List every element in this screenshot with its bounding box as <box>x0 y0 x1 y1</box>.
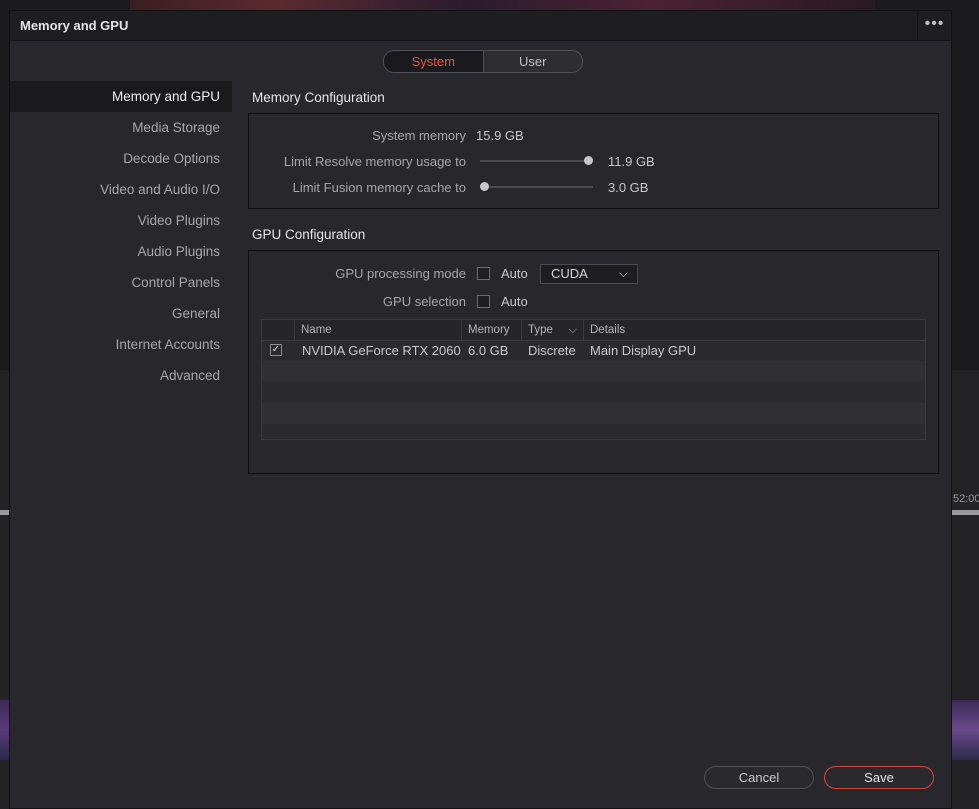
background-clip-left <box>0 700 9 760</box>
gpu-table: Name Memory Type ⌵ Details ✓ NVIDIA GeFo… <box>261 319 926 440</box>
processing-mode-auto-checkbox[interactable] <box>477 267 490 280</box>
processing-mode-auto-label: Auto <box>501 266 528 281</box>
gpu-type: Discrete <box>528 343 576 358</box>
more-dots-icon[interactable]: ••• <box>917 11 951 40</box>
dialog-titlebar: Memory and GPU ••• <box>10 11 951 41</box>
sidebar-item-internet-accounts[interactable]: Internet Accounts <box>10 329 232 360</box>
table-row-empty <box>262 403 925 424</box>
table-row[interactable]: ✓ NVIDIA GeForce RTX 2060 6.0 GB Discret… <box>262 340 925 361</box>
memory-panel: System memory 15.9 GB Limit Resolve memo… <box>248 113 939 209</box>
tab-user[interactable]: User <box>484 51 583 72</box>
dialog-title: Memory and GPU <box>20 18 129 33</box>
column-header-memory[interactable]: Memory <box>461 320 521 340</box>
gpu-selection-auto-label: Auto <box>501 294 528 309</box>
limit-resolve-slider-handle[interactable] <box>584 156 593 165</box>
column-header-type[interactable]: Type ⌵ <box>521 320 583 340</box>
sidebar-item-memory-and-gpu[interactable]: Memory and GPU <box>10 81 232 112</box>
table-row-empty <box>262 382 925 403</box>
background-timeline-bar <box>952 510 979 515</box>
preferences-sidebar: Memory and GPU Media Storage Decode Opti… <box>10 81 232 391</box>
sidebar-item-control-panels[interactable]: Control Panels <box>10 267 232 298</box>
save-button[interactable]: Save <box>824 766 934 789</box>
gpu-name: NVIDIA GeForce RTX 2060 <box>302 343 461 358</box>
background-clip-right <box>952 700 979 760</box>
tab-system[interactable]: System <box>384 51 484 72</box>
gpu-memory: 6.0 GB <box>468 343 509 358</box>
sidebar-item-advanced[interactable]: Advanced <box>10 360 232 391</box>
background-timeline-bar-left <box>0 510 9 515</box>
preferences-dialog: Memory and GPU ••• System User Memory an… <box>9 10 952 809</box>
gpu-processing-mode-select[interactable]: CUDA ⌵ <box>540 264 638 284</box>
sidebar-item-video-audio-io[interactable]: Video and Audio I/O <box>10 174 232 205</box>
column-header-type-label: Type <box>528 324 553 336</box>
table-row-empty <box>262 361 925 382</box>
sidebar-item-video-plugins[interactable]: Video Plugins <box>10 205 232 236</box>
limit-fusion-slider-handle[interactable] <box>480 182 489 191</box>
gpu-processing-mode-value: CUDA <box>551 266 588 281</box>
gpu-processing-mode-label: GPU processing mode <box>335 266 466 281</box>
limit-fusion-label: Limit Fusion memory cache to <box>292 180 466 195</box>
limit-resolve-slider-track[interactable] <box>480 160 593 162</box>
gpu-selection-label: GPU selection <box>382 294 466 309</box>
limit-resolve-value: 11.9 GB <box>608 154 655 169</box>
cancel-button[interactable]: Cancel <box>704 766 814 789</box>
chevron-down-icon: ⌵ <box>618 266 628 280</box>
system-user-toggle: System User <box>383 50 583 73</box>
gpu-table-header: Name Memory Type ⌵ Details <box>262 320 925 341</box>
sidebar-item-media-storage[interactable]: Media Storage <box>10 112 232 143</box>
gpu-selection-auto-checkbox[interactable] <box>477 295 490 308</box>
column-header-details[interactable]: Details <box>583 320 926 340</box>
background-timecode: 52:00 <box>953 493 979 505</box>
memory-section-title: Memory Configuration <box>252 90 385 105</box>
column-header-name[interactable]: Name <box>294 320 461 340</box>
gpu-panel: GPU processing mode Auto CUDA ⌵ GPU sele… <box>248 250 939 474</box>
system-memory-value: 15.9 GB <box>476 128 524 143</box>
sidebar-item-decode-options[interactable]: Decode Options <box>10 143 232 174</box>
limit-resolve-label: Limit Resolve memory usage to <box>283 154 466 169</box>
limit-fusion-value: 3.0 GB <box>608 180 649 195</box>
gpu-section-title: GPU Configuration <box>252 227 366 242</box>
sidebar-item-audio-plugins[interactable]: Audio Plugins <box>10 236 232 267</box>
sidebar-item-general[interactable]: General <box>10 298 232 329</box>
gpu-details: Main Display GPU <box>590 343 697 358</box>
gpu-row-checkbox[interactable]: ✓ <box>270 344 282 356</box>
limit-fusion-slider-track[interactable] <box>480 186 593 188</box>
system-memory-label: System memory <box>372 128 466 143</box>
chevron-down-icon: ⌵ <box>568 324 577 336</box>
